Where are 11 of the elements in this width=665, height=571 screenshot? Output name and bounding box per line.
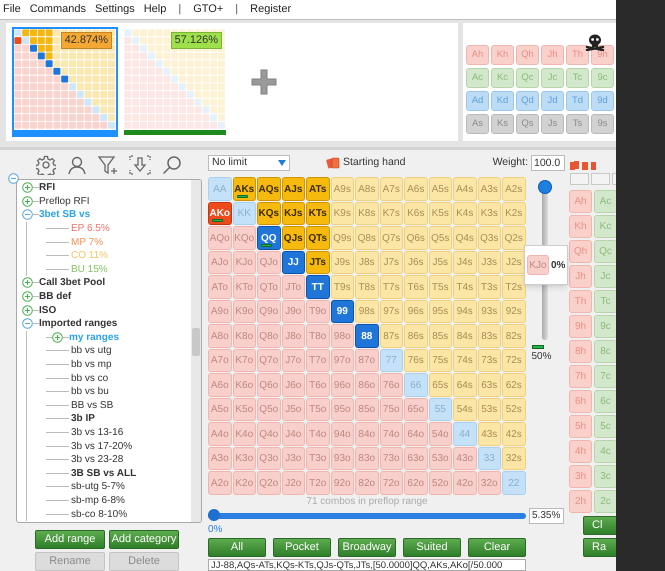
weight-percent: 0% xyxy=(551,258,566,272)
percent-badge: 57.126% xyxy=(170,32,222,49)
weight-label: Weight: xyxy=(492,154,528,170)
weight-reading: 50% xyxy=(532,350,552,364)
percent-reading: 0% xyxy=(208,524,222,536)
hand-cell: KJo xyxy=(527,255,549,275)
menu-separator: | xyxy=(234,2,240,18)
combos-text: 71 combos in preflop range xyxy=(305,496,429,508)
percent-badge: 42.874% xyxy=(60,32,112,49)
dropdown-value: No limit xyxy=(212,154,248,170)
menu-separator: | xyxy=(177,2,182,18)
